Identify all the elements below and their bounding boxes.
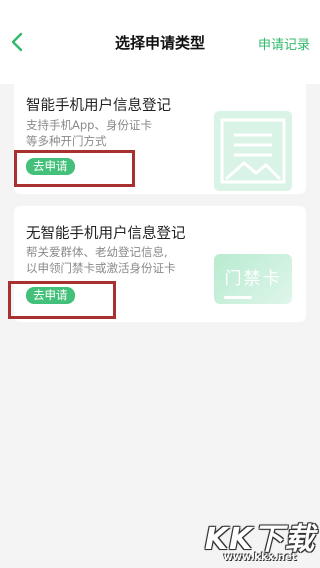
watermark: KK下载 www.kkx.net: [200, 514, 320, 568]
access-card-label: 门禁卡: [224, 269, 282, 289]
card-description: 支持手机App、身份证卡 等多种开门方式: [26, 117, 216, 149]
card-title: 无智能手机用户信息登记: [26, 226, 186, 242]
card-description-line: 支持手机App、身份证卡: [26, 118, 152, 132]
card-description: 帮关爱群体、老幼登记信息, 以申领门禁卡或激活身份证卡: [26, 244, 216, 276]
access-card-stripe: [224, 296, 252, 299]
top-bar: 选择申请类型 申请记录: [0, 0, 320, 84]
access-card-icon: 门禁卡: [214, 254, 292, 304]
document-icon: [214, 111, 292, 191]
card-title: 智能手机用户信息登记: [26, 98, 171, 114]
card-description-line: 以申领门禁卡或激活身份证卡: [26, 261, 176, 275]
apply-button[interactable]: 去申请: [26, 287, 75, 304]
smartphone-registration-card[interactable]: 智能手机用户信息登记 支持手机App、身份证卡 等多种开门方式 去申请: [14, 76, 306, 194]
apply-button[interactable]: 去申请: [26, 158, 75, 175]
application-records-link[interactable]: 申请记录: [258, 34, 310, 53]
card-description-line: 等多种开门方式: [26, 134, 107, 148]
watermark-url: www.kkx.net: [223, 552, 297, 563]
card-description-line: 帮关爱群体、老幼登记信息,: [26, 245, 168, 259]
non-smartphone-registration-card[interactable]: 无智能手机用户信息登记 帮关爱群体、老幼登记信息, 以申领门禁卡或激活身份证卡 …: [14, 206, 306, 322]
